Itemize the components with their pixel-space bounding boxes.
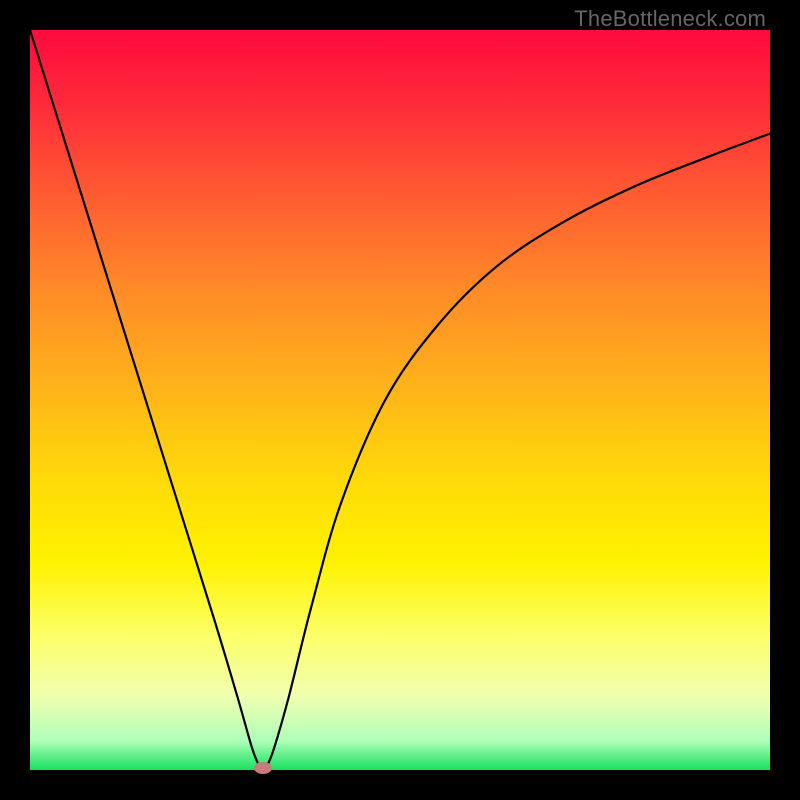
watermark-text: TheBottleneck.com (574, 6, 766, 32)
bottleneck-curve (30, 30, 770, 770)
chart-container: TheBottleneck.com (0, 0, 800, 800)
minimum-marker (254, 762, 272, 774)
